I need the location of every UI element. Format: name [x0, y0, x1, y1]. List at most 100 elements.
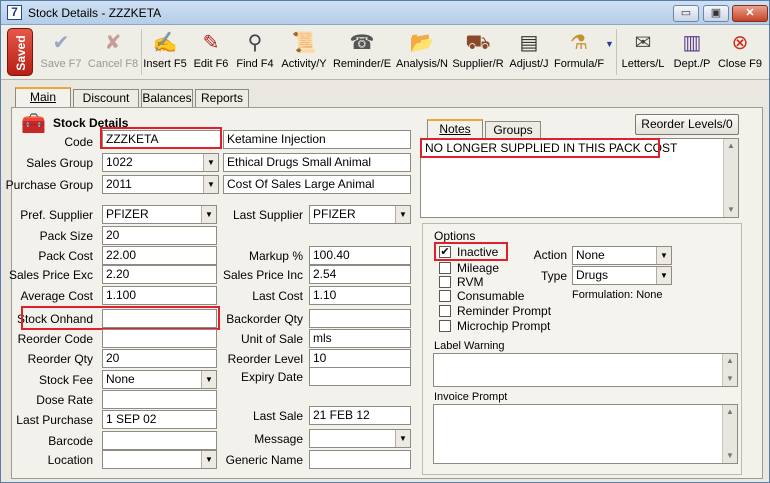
- dose-rate-input[interactable]: [102, 390, 217, 409]
- activity-scroll-icon: 📜: [291, 32, 317, 54]
- adjust-button[interactable]: ▤ Adjust/J: [506, 27, 552, 77]
- activity-button[interactable]: 📜 Activity/Y: [278, 27, 330, 77]
- minimize-button[interactable]: ▭: [673, 5, 699, 22]
- restore-button[interactable]: ▣: [703, 5, 729, 22]
- stock-fee-select[interactable]: None ▼: [102, 370, 217, 389]
- scroll-down-icon[interactable]: ▼: [724, 203, 738, 217]
- markup-input[interactable]: 100.40: [309, 246, 411, 265]
- pref-supplier-label: Pref. Supplier: [20, 208, 93, 222]
- save-button[interactable]: ✔ Save F7: [37, 27, 85, 77]
- last-purchase-label: Last Purchase: [16, 413, 93, 427]
- invoice-prompt-textarea[interactable]: ▲ ▼: [433, 404, 738, 464]
- highlight-notes: [420, 138, 660, 158]
- last-cost-input[interactable]: 1.10: [309, 286, 411, 305]
- reorder-levels-button[interactable]: Reorder Levels/0: [635, 114, 739, 135]
- reorder-qty-input[interactable]: 20: [102, 349, 217, 368]
- last-supplier-select[interactable]: PFIZER ▼: [309, 205, 411, 224]
- last-purchase-input[interactable]: 1 SEP 02: [102, 410, 217, 429]
- supplier-button[interactable]: ⛟ Supplier/R: [452, 27, 504, 77]
- tab-notes[interactable]: Notes: [427, 119, 483, 138]
- label-warning-label: Label Warning: [434, 340, 505, 352]
- message-label: Message: [254, 432, 303, 446]
- tab-groups[interactable]: Groups: [485, 121, 541, 138]
- sales-group-select[interactable]: 1022 ▼: [102, 153, 219, 172]
- pack-cost-input[interactable]: 22.00: [102, 246, 217, 265]
- highlight-inactive: [434, 242, 508, 261]
- type-select[interactable]: Drugs ▼: [572, 266, 672, 285]
- sales-price-exc-input[interactable]: 2.20: [102, 265, 217, 284]
- notes-scrollbar[interactable]: ▲ ▼: [723, 139, 738, 217]
- mileage-checkbox[interactable]: [439, 262, 451, 274]
- rvm-checkbox[interactable]: [439, 276, 451, 288]
- dept-button[interactable]: ▥ Dept./P: [669, 27, 715, 77]
- backorder-qty-input[interactable]: [309, 309, 411, 328]
- purchase-group-select[interactable]: 2011 ▼: [102, 175, 219, 194]
- label-warning-scrollbar[interactable]: ▲ ▼: [722, 354, 737, 386]
- scroll-down-icon[interactable]: ▼: [723, 372, 737, 386]
- scroll-up-icon[interactable]: ▲: [723, 405, 737, 419]
- chevron-down-icon[interactable]: ▼: [656, 247, 671, 264]
- chevron-down-icon[interactable]: ▼: [201, 206, 216, 223]
- highlight-stock-onhand: [21, 306, 220, 330]
- type-label: Type: [540, 269, 567, 283]
- formula-button[interactable]: ⚗ Formula/F: [554, 27, 604, 77]
- scroll-up-icon[interactable]: ▲: [723, 354, 737, 368]
- label-warning-textarea[interactable]: ▲ ▼: [433, 353, 738, 387]
- save-check-icon: ✔: [52, 32, 70, 54]
- chevron-down-icon[interactable]: ▼: [203, 154, 218, 171]
- close-window-button[interactable]: ✕: [732, 5, 768, 22]
- reorder-level-input[interactable]: 10: [309, 349, 411, 368]
- last-sale-input[interactable]: 21 FEB 12: [309, 406, 411, 425]
- magnifier-icon: ⚲: [247, 32, 263, 54]
- pack-size-input[interactable]: 20: [102, 226, 217, 245]
- chevron-down-icon[interactable]: ▼: [203, 176, 218, 193]
- find-button[interactable]: ⚲ Find F4: [234, 27, 276, 77]
- close-button[interactable]: ⊗ Close F9: [716, 27, 764, 77]
- tab-reports[interactable]: Reports: [195, 89, 249, 108]
- adjust-document-icon: ▤: [519, 32, 539, 54]
- letters-button[interactable]: ✉ Letters/L: [618, 27, 668, 77]
- unit-of-sale-input[interactable]: mls: [309, 329, 411, 348]
- analysis-button[interactable]: 📂 Analysis/N: [394, 27, 450, 77]
- sales-price-inc-input[interactable]: 2.54: [309, 265, 411, 284]
- reminder-button[interactable]: ☎ Reminder/E: [332, 27, 392, 77]
- scroll-down-icon[interactable]: ▼: [723, 449, 737, 463]
- analysis-folder-icon: 📂: [409, 32, 435, 54]
- pref-supplier-select[interactable]: PFIZER ▼: [102, 205, 217, 224]
- code-description[interactable]: Ketamine Injection: [223, 130, 411, 149]
- backorder-qty-label: Backorder Qty: [226, 312, 303, 326]
- average-cost-input[interactable]: 1.100: [102, 286, 217, 305]
- barcode-input[interactable]: [102, 431, 217, 450]
- chevron-down-icon[interactable]: ▼: [395, 430, 410, 447]
- expiry-date-label: Expiry Date: [240, 370, 303, 384]
- saved-indicator: Saved: [7, 28, 33, 76]
- consumable-checkbox[interactable]: [439, 290, 451, 302]
- invoice-prompt-scrollbar[interactable]: ▲ ▼: [722, 405, 737, 463]
- scroll-up-icon[interactable]: ▲: [724, 139, 738, 153]
- purchase-group-description[interactable]: Cost Of Sales Large Animal: [223, 175, 411, 194]
- sales-group-label: Sales Group: [26, 156, 93, 170]
- chevron-down-icon[interactable]: ▼: [395, 206, 410, 223]
- tab-main[interactable]: Main: [15, 87, 71, 108]
- sales-group-description[interactable]: Ethical Drugs Small Animal: [223, 153, 411, 172]
- edit-button[interactable]: ✎ Edit F6: [190, 27, 232, 77]
- chevron-down-icon[interactable]: ▼: [656, 267, 671, 284]
- action-select[interactable]: None ▼: [572, 246, 672, 265]
- generic-name-input[interactable]: [309, 450, 411, 469]
- microchip-prompt-checkbox[interactable]: [439, 320, 451, 332]
- chevron-down-icon[interactable]: ▼: [201, 451, 216, 468]
- location-select[interactable]: ▼: [102, 450, 217, 469]
- expiry-date-input[interactable]: [309, 367, 411, 386]
- sales-price-exc-label: Sales Price Exc: [8, 268, 93, 282]
- message-select[interactable]: ▼: [309, 429, 411, 448]
- insert-button[interactable]: ✍ Insert F5: [142, 27, 188, 77]
- chevron-down-icon[interactable]: ▼: [201, 371, 216, 388]
- formula-dropdown-icon[interactable]: ▼: [605, 39, 614, 49]
- app-icon[interactable]: 7: [7, 5, 22, 20]
- tab-discount[interactable]: Discount: [73, 89, 139, 108]
- reminder-prompt-checkbox[interactable]: [439, 305, 451, 317]
- tab-balances[interactable]: Balances: [141, 89, 193, 108]
- cancel-button[interactable]: ✘ Cancel F8: [86, 27, 140, 77]
- reorder-code-input[interactable]: [102, 329, 217, 348]
- formula-icon: ⚗: [570, 32, 588, 54]
